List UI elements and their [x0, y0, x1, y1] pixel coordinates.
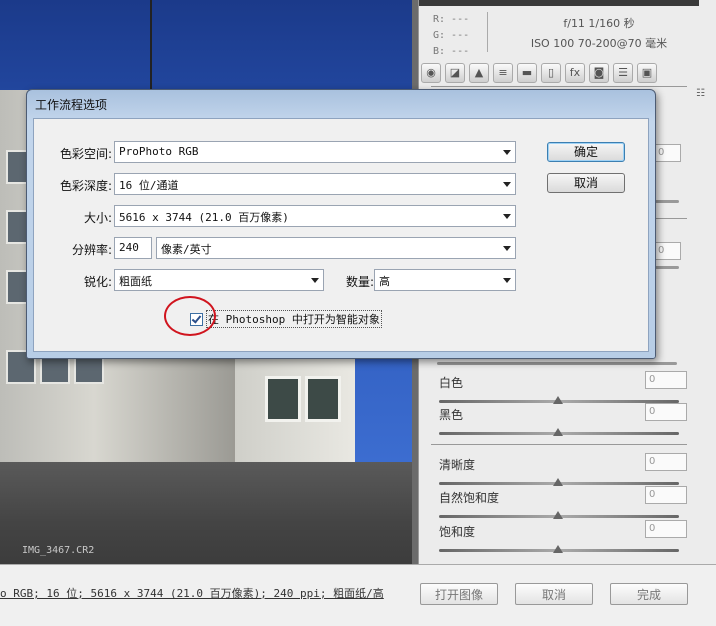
window — [265, 376, 301, 422]
slider-track[interactable] — [655, 200, 679, 203]
tone-curve-icon[interactable]: ◪ — [445, 63, 465, 83]
panel-menu-icon[interactable]: ☷ — [696, 88, 705, 99]
blue-readout: B: --- — [433, 46, 470, 57]
green-readout: G: --- — [433, 30, 470, 41]
histogram — [419, 0, 699, 6]
snapshots-icon[interactable]: ▣ — [637, 63, 657, 83]
slider-thumb[interactable] — [553, 545, 563, 553]
depth-label: 色彩深度: — [59, 179, 112, 193]
slider-thumb[interactable] — [553, 478, 563, 486]
red-readout: R: --- — [433, 14, 470, 25]
smart-object-label[interactable]: 在 Photoshop 中打开为智能对象 — [206, 310, 382, 328]
chevron-down-icon — [503, 214, 511, 219]
hsl-icon[interactable]: ≡ — [493, 63, 513, 83]
resolution-label: 分辨率: — [71, 243, 112, 257]
slider-value[interactable]: 0 — [645, 453, 687, 471]
sharpen-value: 粗面纸 — [119, 275, 152, 288]
slider-value[interactable]: 0 — [645, 403, 687, 421]
chevron-down-icon — [503, 182, 511, 187]
camera-calibration-icon[interactable]: ◙ — [589, 63, 609, 83]
resolution-unit-select[interactable]: 像素/英寸 — [156, 237, 516, 259]
annotation-circle — [164, 296, 216, 336]
exposure-info: f/11 1/160 秒 — [563, 17, 635, 30]
amount-value: 高 — [379, 275, 390, 288]
amount-label: 数量: — [345, 275, 374, 289]
color-space-label: 色彩空间: — [59, 147, 112, 161]
slider-thumb[interactable] — [553, 428, 563, 436]
rgb-readout: R: --- G: --- B: --- — [433, 12, 469, 60]
building-right — [235, 352, 355, 462]
filename-label: IMG_3467.CR2 — [22, 545, 95, 556]
depth-select[interactable]: 16 位/通道 — [114, 173, 516, 195]
exif-info: f/11 1/160 秒 ISO 100 70-200@70 毫米 — [509, 14, 689, 54]
antenna-pole — [150, 0, 152, 90]
ok-button[interactable]: 确定 — [547, 142, 625, 162]
window — [305, 376, 341, 422]
slider-thumb[interactable] — [553, 511, 563, 519]
presets-icon[interactable]: ☰ — [613, 63, 633, 83]
value-field[interactable]: 0 — [655, 144, 681, 162]
basic-icon[interactable]: ◉ — [421, 63, 441, 83]
value-field[interactable]: 0 — [655, 242, 681, 260]
workflow-options-dialog: 工作流程选项 色彩空间: ProPhoto RGB 色彩深度: 16 位/通道 … — [26, 89, 656, 359]
smart-object-option[interactable]: 在 Photoshop 中打开为智能对象 — [190, 310, 382, 328]
slider-value[interactable]: 0 — [645, 371, 687, 389]
dialog-title: 工作流程选项 — [35, 98, 108, 112]
slider-track[interactable] — [437, 362, 677, 365]
divider-line — [431, 444, 687, 445]
fx-icon[interactable]: fx — [565, 63, 585, 83]
slider-track[interactable] — [655, 266, 679, 269]
dialog-cancel-button[interactable]: 取消 — [547, 173, 625, 193]
sharpen-label: 锐化: — [83, 275, 112, 289]
dialog-body: 色彩空间: ProPhoto RGB 色彩深度: 16 位/通道 大小: 561… — [33, 118, 649, 352]
chevron-down-icon — [503, 246, 511, 251]
slider-label: 黑色 — [439, 408, 464, 422]
depth-value: 16 位/通道 — [119, 179, 179, 192]
resolution-unit-value: 像素/英寸 — [161, 243, 212, 256]
resolution-input[interactable]: 240 — [114, 237, 152, 259]
open-image-button[interactable]: 打开图像 — [420, 583, 498, 605]
amount-select[interactable]: 高 — [374, 269, 516, 291]
detail-icon[interactable]: ▲ — [469, 63, 489, 83]
slider-label: 饱和度 — [439, 525, 476, 539]
color-space-select[interactable]: ProPhoto RGB — [114, 141, 516, 163]
bottom-bar: o RGB; 16 位; 5616 x 3744 (21.0 百万像素); 24… — [0, 564, 716, 626]
slider-thumb[interactable] — [553, 396, 563, 404]
workflow-options-link[interactable]: o RGB; 16 位; 5616 x 3744 (21.0 百万像素); 24… — [0, 585, 384, 601]
chevron-down-icon — [503, 150, 511, 155]
divider-line — [431, 86, 687, 87]
info-divider — [487, 12, 488, 52]
lens-corrections-icon[interactable]: ▯ — [541, 63, 561, 83]
done-button[interactable]: 完成 — [610, 583, 688, 605]
slider-label: 自然饱和度 — [439, 491, 500, 505]
chevron-down-icon — [311, 278, 319, 283]
color-space-value: ProPhoto RGB — [119, 145, 199, 158]
sharpen-select[interactable]: 粗面纸 — [114, 269, 324, 291]
chevron-down-icon — [503, 278, 511, 283]
slider-label: 清晰度 — [439, 458, 476, 472]
panel-tabs: ◉ ◪ ▲ ≡ ▬ ▯ fx ◙ ☰ ▣ — [421, 60, 681, 86]
size-label: 大小: — [83, 211, 112, 225]
split-toning-icon[interactable]: ▬ — [517, 63, 537, 83]
cancel-button[interactable]: 取消 — [515, 583, 593, 605]
lens-info: ISO 100 70-200@70 毫米 — [530, 37, 668, 50]
size-value: 5616 x 3744 (21.0 百万像素) — [119, 211, 289, 224]
size-select[interactable]: 5616 x 3744 (21.0 百万像素) — [114, 205, 516, 227]
slider-value[interactable]: 0 — [645, 520, 687, 538]
slider-value[interactable]: 0 — [645, 486, 687, 504]
slider-label: 白色 — [439, 376, 464, 390]
